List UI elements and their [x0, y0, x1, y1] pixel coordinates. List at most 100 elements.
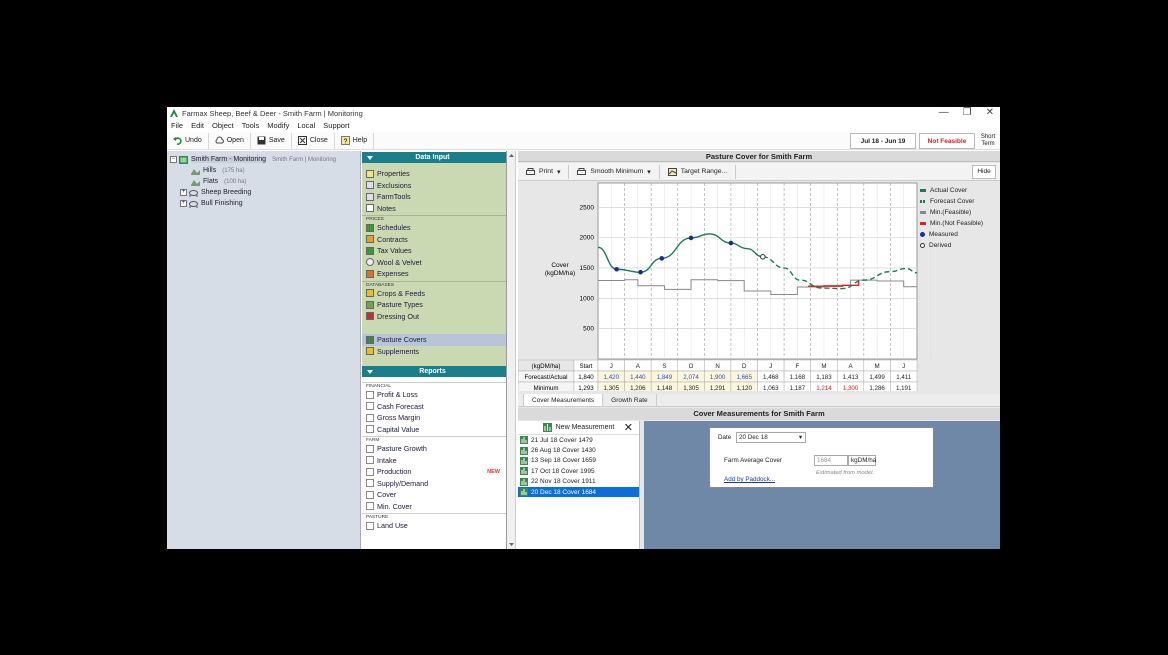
tree-item-farm[interactable]: − Smith Farm - Monitoring Smith Farm | M…: [167, 154, 360, 165]
measurement-icon: [520, 467, 528, 476]
supplements-icon: [366, 347, 374, 356]
table-value: 1,468: [763, 374, 779, 381]
measurement-item[interactable]: 21 Jul 18 Cover 1479: [518, 435, 639, 445]
bottom-tabs: Cover Measurements Growth Rate: [518, 394, 1000, 407]
unit-label: kgDM/ha: [848, 455, 876, 466]
tree-item-flats[interactable]: Flats (100 ha): [167, 176, 360, 187]
measurement-item[interactable]: 20 Dec 18 Cover 1684: [518, 486, 639, 498]
nav-profit-loss[interactable]: Profit & Loss: [362, 389, 506, 401]
menu-local[interactable]: Local: [297, 121, 315, 130]
nav-properties[interactable]: Properties: [362, 168, 506, 180]
tree-item-bull-finishing[interactable]: + Bull Finishing: [167, 198, 360, 209]
hide-legend-button[interactable]: Hide: [972, 165, 996, 179]
table-value: 1,168: [790, 374, 806, 381]
nav-exclusions[interactable]: Exclusions: [362, 180, 506, 192]
short-term-button[interactable]: Short Term: [977, 132, 999, 150]
nav-tax-values[interactable]: Tax Values: [362, 245, 506, 257]
nav-production[interactable]: Production NEW: [362, 466, 506, 478]
legend-min-not-feasible: Min.(Not Feasible): [920, 218, 1000, 229]
nav-crops-feeds[interactable]: Crops & Feeds: [362, 288, 506, 300]
feasibility-status[interactable]: Not Feasible: [919, 133, 975, 149]
close-window-icon[interactable]: ✕: [986, 107, 994, 118]
contract-icon: [366, 235, 374, 244]
new-badge: NEW: [487, 468, 500, 475]
table-value: 1,413: [843, 374, 859, 381]
measurement-item[interactable]: 22 Nov 18 Cover 1911: [518, 477, 639, 487]
nav-expenses[interactable]: Expenses: [362, 268, 506, 280]
report-icon: [366, 479, 374, 488]
nav-pasture-types[interactable]: Pasture Types: [362, 299, 506, 311]
nav-notes[interactable]: Notes: [362, 203, 506, 215]
date-range-selector[interactable]: Jul 18 - Jun 19: [850, 133, 916, 149]
help-button[interactable]: ? Help: [335, 132, 375, 149]
table-row-label: Forecast/Actual: [525, 374, 568, 381]
measurement-icon: [520, 436, 528, 445]
table-value: 1,440: [630, 374, 646, 381]
target-range-button[interactable]: Target Range...: [660, 164, 737, 179]
tab-growth-rate[interactable]: Growth Rate: [603, 394, 657, 406]
nav-land-use[interactable]: Land Use: [362, 520, 506, 532]
measurement-item[interactable]: 26 Aug 18 Cover 1430: [518, 445, 639, 455]
menu-tools[interactable]: Tools: [242, 121, 260, 130]
nav-capital-value[interactable]: Capital Value: [362, 424, 506, 436]
table-value: 1,499: [869, 374, 885, 381]
nav-intake[interactable]: Intake: [362, 455, 506, 467]
nav-dressing-out[interactable]: Dressing Out: [362, 311, 506, 323]
undo-button[interactable]: Undo: [167, 132, 209, 149]
tree-item-hills[interactable]: Hills (175 ha): [167, 165, 360, 176]
new-measurement-button[interactable]: New Measurement ✕: [518, 421, 639, 435]
table-value: 1,411: [896, 374, 912, 381]
menu-support[interactable]: Support: [323, 121, 349, 130]
nav-pasture-growth[interactable]: Pasture Growth: [362, 443, 506, 455]
report-icon: [366, 502, 374, 511]
report-icon: [366, 402, 374, 411]
grid-icon: [366, 192, 374, 201]
menu-file[interactable]: File: [171, 121, 183, 130]
reports-header[interactable]: Reports: [362, 366, 506, 377]
table-value: 1,214: [816, 385, 832, 391]
pasture-cover-icon: [366, 335, 374, 344]
reports-body: FINANCIAL Profit & Loss Cash Forecast Gr…: [362, 377, 506, 532]
expand-icon[interactable]: +: [180, 200, 187, 207]
expand-icon[interactable]: +: [180, 189, 187, 196]
farmax-logo-icon: [170, 109, 178, 117]
smooth-minimum-button[interactable]: Smooth Minimum ▾: [569, 164, 660, 179]
collapse-icon[interactable]: −: [170, 156, 177, 163]
open-button[interactable]: Open: [209, 132, 251, 149]
nav-min-cover[interactable]: Min. Cover: [362, 501, 506, 513]
close-icon[interactable]: ✕: [624, 421, 633, 435]
table-start-value: 1,293: [578, 385, 594, 391]
nav-pasture-covers[interactable]: Pasture Covers: [362, 334, 506, 346]
save-button[interactable]: Save: [251, 132, 292, 149]
nav-gross-margin[interactable]: Gross Margin: [362, 412, 506, 424]
add-by-paddock-link[interactable]: Add by Paddock...: [724, 476, 775, 483]
avg-cover-input[interactable]: 1684: [814, 455, 848, 466]
measurement-item[interactable]: 13 Sep 18 Cover 1659: [518, 456, 639, 466]
sheep-icon: [189, 189, 198, 197]
table-value: 1,300: [843, 385, 859, 391]
nav-scrollbar[interactable]: [507, 151, 516, 549]
legend-min-feasible: Min.(Feasible): [920, 207, 1000, 218]
tab-cover-measurements[interactable]: Cover Measurements: [524, 394, 604, 406]
tree-item-sheep-breeding[interactable]: + Sheep Breeding: [167, 187, 360, 198]
menu-modify[interactable]: Modify: [267, 121, 289, 130]
date-picker[interactable]: 20 Dec 18 ▾: [736, 432, 806, 443]
smooth-icon: [577, 167, 587, 175]
nav-wool-velvet[interactable]: Wool & Velvet: [362, 257, 506, 269]
measurement-item[interactable]: 17 Oct 18 Cover 1995: [518, 466, 639, 476]
nav-cash-forecast[interactable]: Cash Forecast: [362, 401, 506, 413]
nav-schedules[interactable]: Schedules: [362, 222, 506, 234]
close-button[interactable]: Close: [292, 132, 335, 149]
minimize-icon[interactable]: —: [939, 107, 949, 118]
menu-edit[interactable]: Edit: [191, 121, 204, 130]
nav-farmtools[interactable]: FarmTools: [362, 191, 506, 203]
data-input-header[interactable]: Data Input: [362, 152, 506, 163]
report-icon: [366, 521, 374, 530]
nav-supplements[interactable]: Supplements: [362, 346, 506, 358]
menu-object[interactable]: Object: [212, 121, 234, 130]
nav-supply-demand[interactable]: Supply/Demand: [362, 478, 506, 490]
nav-contracts[interactable]: Contracts: [362, 234, 506, 246]
nav-cover[interactable]: Cover: [362, 489, 506, 501]
print-button[interactable]: Print ▾: [518, 164, 570, 179]
maximize-icon[interactable]: ❐: [963, 107, 972, 118]
